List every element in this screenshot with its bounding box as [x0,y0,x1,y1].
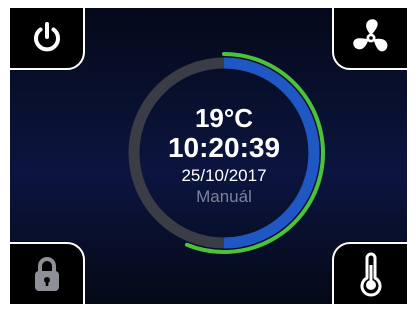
temperature-dial[interactable]: 19°C 10:20:39 25/10/2017 Manuál [122,51,326,255]
status-readout: 19°C 10:20:39 25/10/2017 Manuál [122,51,326,255]
lock-button[interactable] [10,242,85,304]
thermometer-icon [360,252,381,297]
thermostat-screen: 19°C 10:20:39 25/10/2017 Manuál [10,8,407,304]
clock-time: 10:20:39 [167,132,281,163]
fan-icon [352,19,387,52]
lock-icon [34,257,59,291]
clock-date: 25/10/2017 [181,166,267,185]
power-button[interactable] [10,8,85,70]
fan-button[interactable] [332,8,407,70]
thermometer-button[interactable] [332,242,407,304]
temperature-value: 19°C [194,103,254,133]
mode-label: Manuál [196,187,252,206]
power-icon [33,22,60,52]
